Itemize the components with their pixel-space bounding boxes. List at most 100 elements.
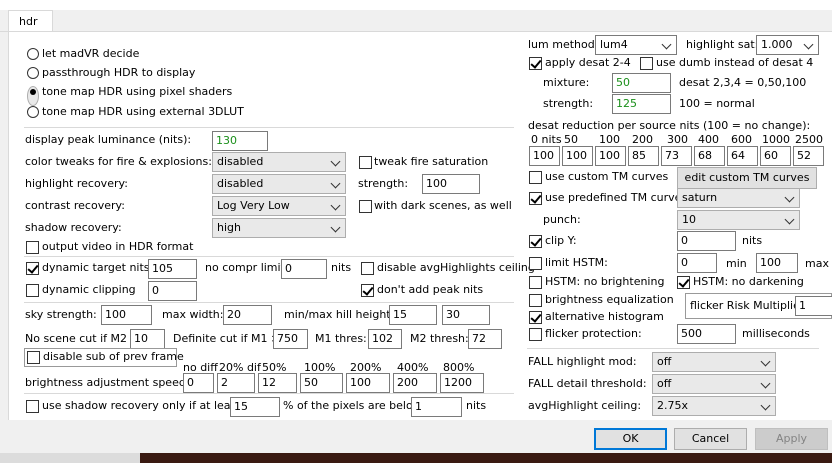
nits-header: 200 [632,133,653,146]
m2-thresh-input[interactable]: 72 [468,329,502,349]
nits-input[interactable]: 64 [727,146,758,166]
fall-highlight-select[interactable]: off [652,352,776,372]
edit-custom-tm-button[interactable]: edit custom TM curves [677,167,817,189]
flicker-protection-checkbox[interactable] [529,328,542,341]
nits-input[interactable]: 100 [562,146,593,166]
brightness-speeds-label: brightness adjustment speeds: [25,376,196,389]
speed-input[interactable]: 1200 [440,373,484,393]
speed-input[interactable]: 100 [346,373,390,393]
milliseconds-label: milliseconds [742,327,810,340]
nits-input[interactable]: 73 [661,146,692,166]
m1-thres-label: M1 thres: [315,332,367,345]
punch-select[interactable]: 10 [677,210,800,230]
radio-pixel-shaders[interactable] [27,86,39,106]
desat-strength-input[interactable]: 125 [612,94,671,114]
flicker-risk-input[interactable]: 1 [795,296,832,316]
use-dumb-checkbox[interactable] [640,57,653,70]
highlight-sat-value: 1.000 [761,38,793,51]
normal-note: 100 = normal [679,97,755,110]
definite-cut-input[interactable]: 750 [273,329,308,349]
nits-header: 100 [599,133,620,146]
custom-tm-label: use custom TM curves [545,170,669,183]
limit-hstm-max-input[interactable]: 100 [756,253,798,273]
chevron-down-icon [661,39,672,50]
nits-input[interactable]: 52 [793,146,824,166]
apply-button[interactable]: Apply [755,428,828,450]
output-hdr-checkbox[interactable] [26,241,39,254]
cancel-button[interactable]: Cancel [674,428,747,450]
nits-header: 50 [564,133,578,146]
nits-input[interactable]: 60 [760,146,791,166]
shadow-recovery-select[interactable]: high [212,218,346,238]
strength-input[interactable]: 100 [422,174,480,194]
apply-desat-checkbox[interactable] [529,57,542,70]
dynamic-clipping-input[interactable]: 0 [148,281,197,301]
nits-input[interactable]: 68 [694,146,725,166]
disable-sub-checkbox[interactable] [27,351,40,364]
mixture-input[interactable]: 50 [612,73,671,93]
dark-scenes-checkbox[interactable] [359,200,372,213]
sky-strength-input[interactable]: 100 [101,305,152,325]
nits-header: 300 [667,133,688,146]
nits-input[interactable]: 100 [595,146,626,166]
dynamic-clipping-checkbox[interactable] [26,284,39,297]
dynamic-target-checkbox[interactable] [26,262,39,275]
nits-input[interactable]: 85 [628,146,659,166]
speed-input[interactable]: 0 [183,373,214,393]
dynamic-target-label: dynamic target nits [42,261,150,274]
max-width-input[interactable]: 20 [223,305,272,325]
flicker-protection-input[interactable]: 500 [677,324,736,344]
radio-external-3dlut[interactable] [27,106,39,118]
shadow-only-input[interactable]: 15 [230,397,280,417]
hill-max-input[interactable]: 30 [442,305,490,325]
no-scene-cut-input[interactable]: 10 [130,329,165,349]
tab-hdr[interactable]: hdr [8,10,53,32]
dont-add-checkbox[interactable] [361,284,374,297]
chevron-down-icon [330,156,341,167]
separator [24,256,514,257]
speed-input[interactable]: 12 [258,373,297,393]
contrast-recovery-label: contrast recovery: [25,199,125,212]
alt-histogram-checkbox[interactable] [529,311,542,324]
clip-y-input[interactable]: 0 [677,231,736,251]
shadow-only-checkbox[interactable] [26,400,39,413]
limit-hstm-min-input[interactable]: 0 [677,253,717,273]
pixels-below-input[interactable]: 1 [411,397,462,417]
color-tweaks-select[interactable]: disabled [212,152,346,172]
predefined-tm-select[interactable]: saturn [677,188,800,208]
radio-passthrough[interactable] [27,67,39,79]
predefined-tm-checkbox[interactable] [529,192,542,205]
disable-avg-checkbox[interactable] [361,262,374,275]
fall-detail-select[interactable]: off [652,374,776,394]
no-brightening-checkbox[interactable] [529,276,542,289]
no-darkening-checkbox[interactable] [677,276,690,289]
shadow-recovery-label: shadow recovery: [25,221,122,234]
custom-tm-checkbox[interactable] [529,171,542,184]
speed-input[interactable]: 2 [217,373,255,393]
hill-height-label: min/max hill height: [284,308,395,321]
nits-input[interactable]: 100 [529,146,560,166]
limit-hstm-checkbox[interactable] [529,257,542,270]
speed-input[interactable]: 50 [300,373,343,393]
dynamic-target-input[interactable]: 105 [148,259,197,279]
no-compr-input[interactable]: 0 [281,259,327,279]
lum-method-select[interactable]: lum4 [595,35,677,55]
m1-thres-input[interactable]: 102 [368,329,402,349]
hill-min-input[interactable]: 15 [389,305,437,325]
highlight-recovery-select[interactable]: disabled [212,174,346,194]
ok-button[interactable]: OK [594,428,667,450]
radio-label-let-madvr: let madVR decide [42,47,140,60]
tweak-fire-checkbox[interactable] [359,156,372,169]
highlight-sat-select[interactable]: 1.000 [756,35,819,55]
clip-y-checkbox[interactable] [529,235,542,248]
brightness-eq-checkbox[interactable] [529,294,542,307]
lum-method-label: lum method: [528,38,599,51]
radio-let-madvr[interactable] [27,48,39,60]
disable-sub-label: disable sub of prev frame [43,350,184,363]
speed-input[interactable]: 200 [393,373,437,393]
peak-luminance-input[interactable]: 130 [212,131,268,151]
avg-ceiling-select[interactable]: 2.75x [652,396,776,416]
flicker-protection-label: flicker protection: [545,327,642,340]
contrast-recovery-select[interactable]: Log Very Low [212,196,346,216]
mixture-label: mixture: [543,76,590,89]
